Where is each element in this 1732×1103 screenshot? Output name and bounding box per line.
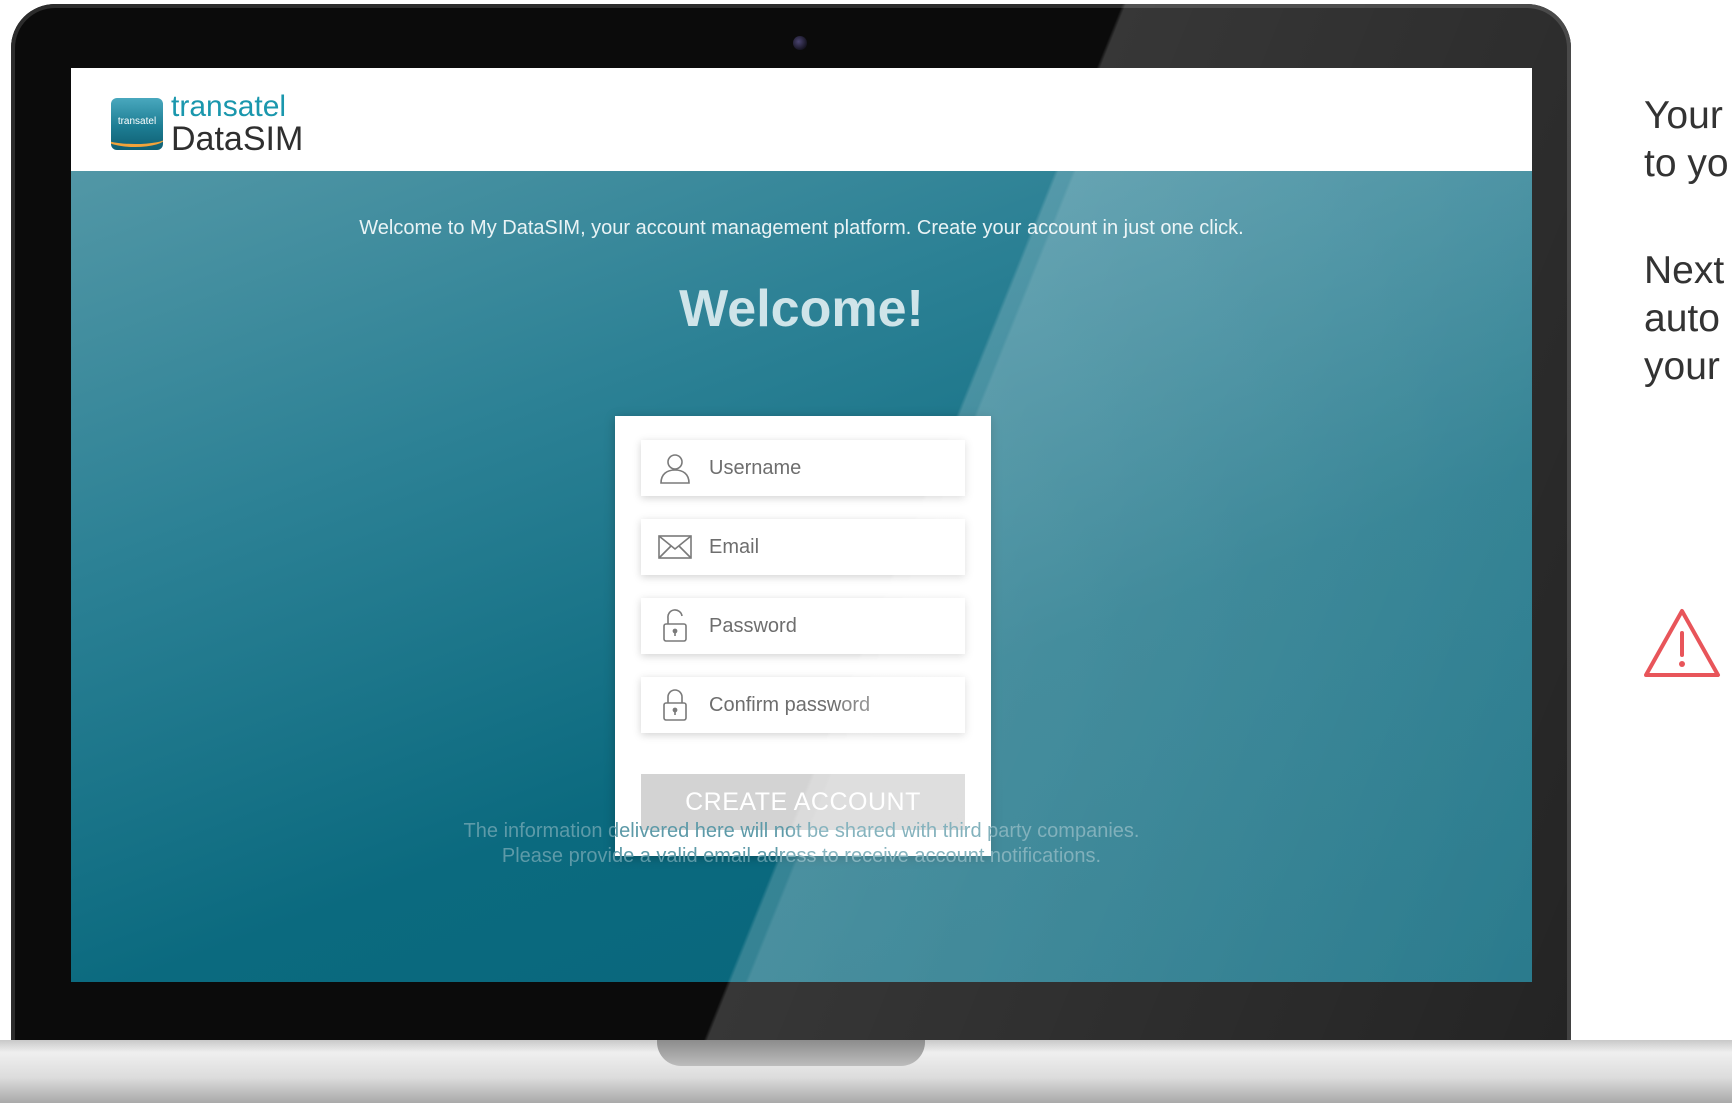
logo-swoosh	[111, 130, 163, 147]
logo-product-name: DataSIM	[171, 120, 304, 158]
create-account-form: CREATE ACCOUNT	[615, 416, 991, 856]
privacy-disclaimer: The information delivered here will not …	[71, 819, 1532, 869]
username-input[interactable]	[707, 455, 951, 481]
email-field[interactable]	[641, 519, 965, 575]
confirm-password-input[interactable]	[707, 692, 951, 718]
side-text-line-4: auto	[1644, 297, 1720, 340]
camera-icon	[793, 36, 807, 50]
password-field[interactable]	[641, 598, 965, 654]
unlocked-padlock-icon	[657, 608, 693, 644]
side-text-line-2: to yo	[1644, 142, 1729, 185]
badge-text: transatel	[117, 116, 157, 127]
envelope-icon	[657, 529, 693, 565]
padlock-icon	[657, 687, 693, 723]
warning-icon	[1644, 609, 1720, 677]
disclaimer-line-1: The information delivered here will not …	[463, 820, 1140, 842]
username-field[interactable]	[641, 440, 965, 496]
confirm-password-field[interactable]	[641, 677, 965, 733]
user-icon	[657, 450, 693, 486]
side-text-line-5: your	[1644, 345, 1720, 388]
logo-brand-name: transatel	[171, 90, 287, 123]
laptop-hinge-notch	[657, 1040, 925, 1066]
signup-page: Welcome to My DataSIM, your account mana…	[71, 171, 1532, 982]
laptop-frame: transatel transatel DataSIM Welcome to M…	[11, 4, 1571, 1054]
laptop-screen: transatel transatel DataSIM Welcome to M…	[71, 68, 1532, 982]
side-text-line-3: Next	[1644, 249, 1725, 292]
transatel-datasim-logo[interactable]: transatel transatel DataSIM	[111, 92, 303, 156]
page-title: Welcome!	[679, 280, 924, 338]
app-header: transatel transatel DataSIM	[71, 68, 1532, 171]
password-input[interactable]	[707, 613, 951, 639]
intro-text: Welcome to My DataSIM, your account mana…	[359, 217, 1244, 239]
side-text-line-1: Your	[1644, 94, 1723, 137]
disclaimer-line-2: Please provide a valid email adress to r…	[501, 845, 1102, 867]
email-input[interactable]	[707, 534, 951, 560]
transatel-badge-icon: transatel	[111, 98, 163, 150]
